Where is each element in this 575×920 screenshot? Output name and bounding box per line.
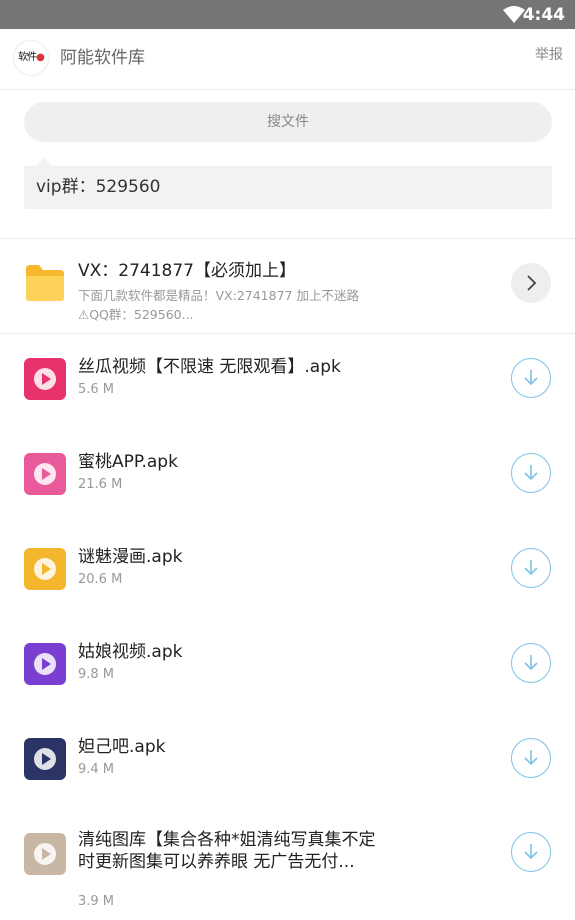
download-icon: [524, 844, 538, 860]
qingchun-app-icon: [24, 833, 66, 875]
file-list-item[interactable]: 姑娘视频.apk 9.8 M: [0, 619, 575, 714]
page-title: 阿能软件库: [60, 48, 145, 68]
download-icon: [524, 655, 538, 671]
file-list-item[interactable]: 谜魅漫画.apk 20.6 M: [0, 524, 575, 619]
download-button[interactable]: [511, 548, 551, 588]
file-size: 9.4 M: [78, 762, 115, 777]
download-icon: [524, 370, 538, 386]
file-name: 丝瓜视频【不限速 无限观看】.apk: [78, 357, 341, 377]
download-button[interactable]: [511, 358, 551, 398]
file-list-item[interactable]: 妲己吧.apk 9.4 M: [0, 714, 575, 809]
app-logo: 软件●: [14, 41, 48, 75]
download-button[interactable]: [511, 453, 551, 493]
file-size: 5.6 M: [78, 382, 115, 397]
app-header: 软件● 阿能软件库 举报: [0, 29, 575, 90]
folder-icon: [26, 265, 64, 301]
notice-box: vip群：529560: [24, 158, 552, 209]
chevron-right-icon: [527, 275, 537, 291]
file-size: 9.8 M: [78, 667, 115, 682]
file-list-item[interactable]: 蜜桃APP.apk 21.6 M: [0, 429, 575, 524]
download-icon: [524, 560, 538, 576]
file-name: 谜魅漫画.apk: [78, 547, 183, 567]
file-size: 21.6 M: [78, 477, 123, 492]
wifi-icon: [503, 6, 525, 23]
sigua-app-icon: [24, 358, 66, 400]
download-icon: [524, 750, 538, 766]
file-name: 清纯图库【集合各种*姐清纯写真集不定时更新图集可以养养眼 无广告无付...: [78, 830, 376, 872]
mitao-app-icon: [24, 453, 66, 495]
file-name: 姑娘视频.apk: [78, 642, 183, 662]
open-folder-button[interactable]: [511, 263, 551, 303]
report-link[interactable]: 举报: [535, 44, 563, 66]
folder-description: 下面几款软件都是精品！VX:2741877 加上不迷路⚠QQ群：529560..…: [78, 288, 359, 322]
file-name: 蜜桃APP.apk: [78, 452, 178, 472]
file-size: 20.6 M: [78, 572, 123, 587]
download-button[interactable]: [511, 832, 551, 872]
file-list-item[interactable]: 清纯图库【集合各种*姐清纯写真集不定时更新图集可以养养眼 无广告无付... 3.9…: [0, 809, 575, 909]
mimei-app-icon: [24, 548, 66, 590]
status-time: 4:44: [522, 5, 565, 25]
status-bar: 4:44: [0, 0, 575, 29]
download-button[interactable]: [511, 738, 551, 778]
folder-name: VX：2741877【必须加上】: [78, 261, 296, 281]
daji-app-icon: [24, 738, 66, 780]
file-size: 3.9 M: [78, 894, 115, 909]
notice-text: vip群：529560: [36, 177, 161, 197]
file-list-item[interactable]: 丝瓜视频【不限速 无限观看】.apk 5.6 M: [0, 334, 575, 429]
download-button[interactable]: [511, 643, 551, 683]
guniang-app-icon: [24, 643, 66, 685]
search-input[interactable]: 搜文件: [24, 102, 552, 142]
folder-item[interactable]: VX：2741877【必须加上】 下面几款软件都是精品！VX:2741877 加…: [0, 239, 575, 333]
download-icon: [524, 465, 538, 481]
file-name: 妲己吧.apk: [78, 737, 166, 757]
